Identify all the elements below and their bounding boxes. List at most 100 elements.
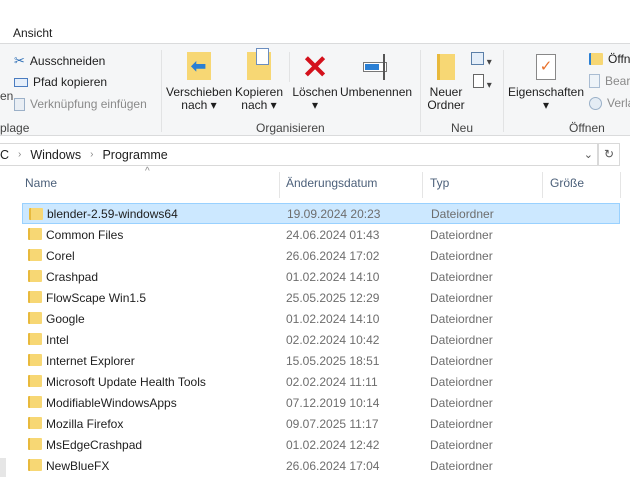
history-icon bbox=[589, 96, 602, 110]
folder-icon bbox=[28, 270, 42, 282]
folder-icon bbox=[29, 208, 43, 220]
folder-icon bbox=[28, 396, 42, 408]
properties-button[interactable]: ✓ Eigenschaften ▾ bbox=[507, 52, 585, 112]
column-header-size[interactable]: Größe bbox=[550, 176, 584, 190]
new-folder-button[interactable]: Neuer Ordner bbox=[424, 52, 468, 112]
file-date: 19.09.2024 20:23 bbox=[287, 206, 381, 221]
file-type: Dateiordner bbox=[430, 227, 493, 242]
file-date: 26.06.2024 17:04 bbox=[286, 458, 380, 473]
ribbon-tab-bar: Ansicht bbox=[0, 0, 630, 44]
file-row[interactable]: ModifiableWindowsApps 07.12.2019 10:14 D… bbox=[22, 392, 620, 413]
new-item-button[interactable]: ▾ bbox=[471, 52, 492, 68]
folder-icon bbox=[28, 417, 42, 429]
cut-label: Ausschneiden bbox=[29, 54, 106, 68]
move-folder-icon: ⬅ bbox=[187, 52, 211, 80]
open-group-label: Öffnen bbox=[569, 121, 605, 135]
address-bar[interactable]: C › Windows › Programme ⌄ bbox=[0, 143, 598, 166]
file-type: Dateiordner bbox=[430, 416, 493, 431]
file-row[interactable]: Corel 26.06.2024 17:02 Dateiordner bbox=[22, 245, 620, 266]
address-dropdown-icon[interactable]: ⌄ bbox=[584, 148, 593, 161]
file-row[interactable]: Crashpad 01.02.2024 14:10 Dateiordner bbox=[22, 266, 620, 287]
file-date: 01.02.2024 12:42 bbox=[286, 437, 380, 452]
file-date: 24.06.2024 01:43 bbox=[286, 227, 380, 242]
properties-icon: ✓ bbox=[536, 54, 556, 80]
file-name: FlowScape Win1.5 bbox=[46, 290, 147, 305]
column-header-name[interactable]: Name bbox=[25, 176, 57, 190]
file-row[interactable]: blender-2.59-windows64 19.09.2024 20:23 … bbox=[22, 203, 620, 224]
file-row[interactable]: Microsoft Update Health Tools 02.02.2024… bbox=[22, 371, 620, 392]
column-header-date[interactable]: Änderungsdatum bbox=[286, 176, 377, 190]
paste-label-partial[interactable]: en bbox=[0, 89, 13, 103]
file-row[interactable]: Mozilla Firefox 09.07.2025 11:17 Dateior… bbox=[22, 413, 620, 434]
file-name: Microsoft Update Health Tools bbox=[46, 374, 206, 389]
file-name: ModifiableWindowsApps bbox=[46, 395, 177, 410]
file-date: 26.06.2024 17:02 bbox=[286, 248, 380, 263]
file-name: Crashpad bbox=[46, 269, 99, 284]
file-name: blender-2.59-windows64 bbox=[47, 206, 178, 221]
open-button[interactable]: Öffn bbox=[589, 52, 630, 66]
rename-button[interactable]: Umbenennen bbox=[340, 52, 412, 99]
paste-shortcut-label: Verknüpfung einfügen bbox=[30, 97, 147, 111]
file-row[interactable]: Common Files 24.06.2024 01:43 Dateiordne… bbox=[22, 224, 620, 245]
paste-shortcut-button[interactable]: Verknüpfung einfügen bbox=[14, 97, 147, 111]
file-date: 02.02.2024 10:42 bbox=[286, 332, 380, 347]
cut-button[interactable]: ✂ Ausschneiden bbox=[14, 53, 105, 69]
file-type: Dateiordner bbox=[430, 332, 493, 347]
clipboard-group-label: plage bbox=[0, 121, 30, 135]
folder-icon bbox=[28, 333, 42, 345]
delete-button[interactable]: ✕ Löschen ▾ bbox=[292, 49, 338, 112]
file-type: Dateiordner bbox=[430, 374, 493, 389]
edit-label: Bear bbox=[605, 74, 630, 88]
breadcrumb-programme[interactable]: Programme bbox=[102, 148, 167, 162]
file-row[interactable]: NewBlueFX 26.06.2024 17:04 Dateiordner bbox=[22, 455, 620, 476]
breadcrumb-chevron-icon: › bbox=[90, 149, 94, 160]
file-type: Dateiordner bbox=[430, 248, 493, 263]
folder-icon bbox=[28, 375, 42, 387]
refresh-icon[interactable]: ↻ bbox=[598, 143, 620, 166]
new-group-label: Neu bbox=[451, 121, 474, 135]
file-type: Dateiordner bbox=[430, 437, 493, 452]
move-to-button[interactable]: ⬅ Verschieben nach ▾ bbox=[166, 52, 232, 112]
tab-view[interactable]: Ansicht bbox=[13, 26, 52, 40]
file-row[interactable]: Intel 02.02.2024 10:42 Dateiordner bbox=[22, 329, 620, 350]
file-type: Dateiordner bbox=[430, 353, 493, 368]
folder-icon bbox=[28, 249, 42, 261]
file-row[interactable]: FlowScape Win1.5 25.05.2025 12:29 Dateio… bbox=[22, 287, 620, 308]
history-label: Verla bbox=[607, 96, 630, 110]
edit-icon bbox=[589, 74, 600, 88]
folder-icon bbox=[28, 312, 42, 324]
new-folder-label-2: Ordner bbox=[427, 98, 465, 112]
file-name: NewBlueFX bbox=[46, 458, 110, 473]
easy-access-icon bbox=[473, 74, 484, 88]
folder-icon bbox=[28, 354, 42, 366]
folder-icon bbox=[28, 438, 42, 450]
file-name: Corel bbox=[46, 248, 75, 263]
file-date: 01.02.2024 14:10 bbox=[286, 311, 380, 326]
edit-button[interactable]: Bear bbox=[589, 74, 630, 88]
copy-to-button[interactable]: Kopieren nach ▾ bbox=[232, 48, 286, 112]
breadcrumb-pc[interactable]: C bbox=[0, 148, 9, 162]
file-date: 01.02.2024 14:10 bbox=[286, 269, 380, 284]
file-row[interactable]: Google 01.02.2024 14:10 Dateiordner bbox=[22, 308, 620, 329]
scissors-icon: ✂ bbox=[14, 53, 25, 68]
new-folder-icon bbox=[437, 54, 455, 80]
column-header-type[interactable]: Typ bbox=[430, 176, 449, 190]
scrollbar-fragment[interactable] bbox=[0, 458, 6, 477]
rename-label: Umbenennen bbox=[340, 85, 413, 99]
file-row[interactable]: Internet Explorer 15.05.2025 18:51 Datei… bbox=[22, 350, 620, 371]
rename-icon bbox=[361, 52, 391, 80]
file-name: Mozilla Firefox bbox=[46, 416, 124, 431]
breadcrumb-chevron-icon: › bbox=[18, 149, 22, 160]
copy-path-button[interactable]: Pfad kopieren bbox=[14, 75, 107, 89]
file-row[interactable]: MsEdgeCrashpad 01.02.2024 12:42 Dateiord… bbox=[22, 434, 620, 455]
copy-path-label: Pfad kopieren bbox=[33, 75, 108, 89]
organize-group-label: Organisieren bbox=[256, 121, 325, 135]
breadcrumb-windows[interactable]: Windows bbox=[30, 148, 81, 162]
shortcut-icon bbox=[14, 97, 25, 111]
file-type: Dateiordner bbox=[430, 311, 493, 326]
folder-icon bbox=[28, 459, 42, 471]
file-type: Dateiordner bbox=[431, 206, 494, 221]
delete-x-icon: ✕ bbox=[301, 49, 329, 85]
easy-access-button[interactable]: ▾ bbox=[473, 74, 492, 91]
history-button[interactable]: Verla bbox=[589, 96, 630, 110]
